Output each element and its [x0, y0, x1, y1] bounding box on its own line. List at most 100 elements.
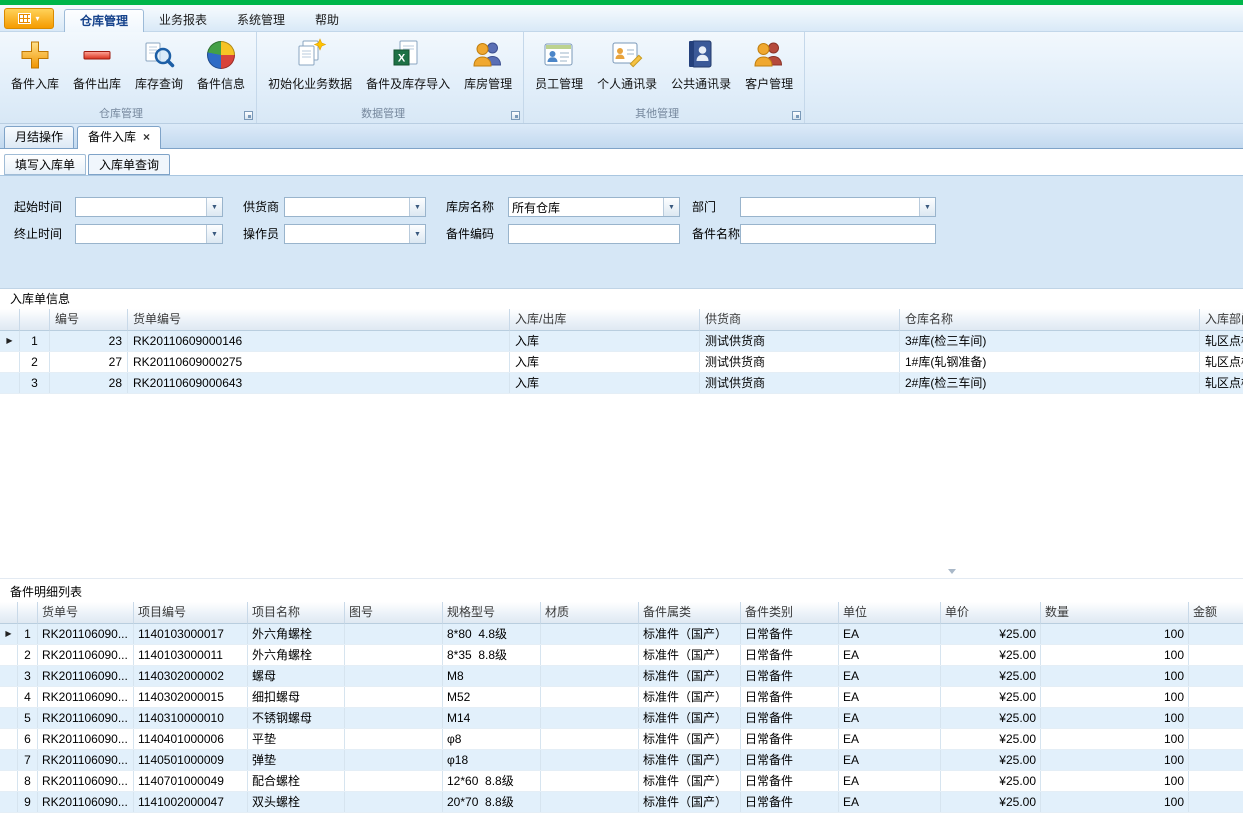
part-name-input[interactable] [741, 225, 935, 243]
column-header-unit[interactable]: 单位 [839, 602, 941, 624]
detail-row[interactable]: 5 RK201106090... 1140310000010 不锈钢螺母 M14… [0, 708, 1243, 729]
menu-tab-system-mgmt[interactable]: 系统管理 [222, 10, 300, 31]
cell-part-category: 日常备件 [741, 750, 839, 770]
warehouse-input[interactable] [509, 198, 663, 216]
ribbon-button-label: 客户管理 [745, 75, 793, 92]
app-menu-button[interactable]: ▾ [4, 8, 54, 29]
warehouse-name-label: 库房名称 [446, 197, 494, 217]
column-header-supplier[interactable]: 供货商 [700, 309, 900, 331]
start-time-label: 起始时间 [14, 197, 62, 217]
cell-spec-model: M14 [443, 708, 541, 728]
ribbon-button-label: 个人通讯录 [597, 75, 657, 92]
end-time-combobox[interactable]: ▼ [75, 224, 223, 244]
cell-supplier: 测试供货商 [700, 331, 900, 351]
cell-drawing-no [345, 771, 443, 791]
cell-unit-price: ¥25.00 [941, 666, 1041, 686]
sub-tab-inbound-query[interactable]: 入库单查询 [88, 154, 170, 175]
start-time-combobox[interactable]: ▼ [75, 197, 223, 217]
column-header-item-name[interactable]: 项目名称 [248, 602, 345, 624]
order-row[interactable]: 3 28 RK20110609000643 入库 测试供货商 2#库(检三车间)… [0, 373, 1243, 394]
order-row[interactable]: ▶ 1 23 RK20110609000146 入库 测试供货商 3#库(检三车… [0, 331, 1243, 352]
cell-spec-model: 20*70 8.8级 [443, 792, 541, 812]
detail-row[interactable]: 7 RK201106090... 1140501000009 弹垫 φ18 标准… [0, 750, 1243, 771]
splitter-collapse-icon[interactable] [948, 569, 956, 574]
start-time-input[interactable] [76, 198, 206, 216]
chevron-down-icon[interactable]: ▼ [409, 198, 425, 216]
group-dialog-launcher-icon[interactable] [511, 111, 520, 120]
chevron-down-icon[interactable]: ▼ [663, 198, 679, 216]
part-code-field[interactable] [508, 224, 680, 244]
stock-query-button[interactable]: 库存查询 [128, 34, 190, 106]
close-icon[interactable]: × [143, 130, 150, 144]
department-input[interactable] [741, 198, 919, 216]
chevron-down-icon[interactable]: ▼ [206, 198, 222, 216]
part-outbound-button[interactable]: 备件出库 [66, 34, 128, 106]
column-header-amount[interactable]: 金额 [1189, 602, 1243, 624]
column-header-item-code[interactable]: 项目编号 [134, 602, 248, 624]
end-time-input[interactable] [76, 225, 206, 243]
cell-spec-model: 8*35 8.8级 [443, 645, 541, 665]
detail-row[interactable]: ▶ 1 RK201106090... 1140103000017 外六角螺栓 8… [0, 624, 1243, 645]
chevron-down-icon[interactable]: ▼ [919, 198, 935, 216]
detail-row[interactable]: 8 RK201106090... 1140701000049 配合螺栓 12*6… [0, 771, 1243, 792]
group-dialog-launcher-icon[interactable] [244, 111, 253, 120]
detail-row[interactable]: 3 RK201106090... 1140302000002 螺母 M8 标准件… [0, 666, 1243, 687]
end-time-label: 终止时间 [14, 224, 62, 244]
row-number: 3 [18, 666, 38, 686]
doc-tab-month-close[interactable]: 月结操作 [4, 126, 74, 148]
column-header-quantity[interactable]: 数量 [1041, 602, 1189, 624]
menu-tab-business-reports[interactable]: 业务报表 [144, 10, 222, 31]
init-business-data-button[interactable]: 初始化业务数据 [261, 34, 359, 106]
column-header-warehouse[interactable]: 仓库名称 [900, 309, 1200, 331]
sub-tab-fill-inbound-form[interactable]: 填写入库单 [4, 154, 86, 175]
detail-row[interactable]: 9 RK201106090... 1141002000047 双头螺栓 20*7… [0, 792, 1243, 813]
cell-doc-no: RK201106090... [38, 624, 134, 644]
chevron-down-icon[interactable]: ▼ [206, 225, 222, 243]
detail-row[interactable]: 4 RK201106090... 1140302000015 细扣螺母 M52 … [0, 687, 1243, 708]
detail-row[interactable]: 2 RK201106090... 1140103000011 外六角螺栓 8*3… [0, 645, 1243, 666]
parts-stock-import-button[interactable]: X 备件及库存导入 [359, 34, 457, 106]
order-row[interactable]: 2 27 RK20110609000275 入库 测试供货商 1#库(轧钢准备)… [0, 352, 1243, 373]
column-header-drawing-no[interactable]: 图号 [345, 602, 443, 624]
row-select-indicator [0, 373, 20, 393]
column-header-doc-no[interactable]: 货单号 [38, 602, 134, 624]
personal-contacts-button[interactable]: 个人通讯录 [590, 34, 664, 106]
department-combobox[interactable]: ▼ [740, 197, 936, 217]
cell-quantity: 100 [1041, 771, 1189, 791]
part-info-button[interactable]: 备件信息 [190, 34, 252, 106]
column-header-part-category[interactable]: 备件类别 [741, 602, 839, 624]
cell-part-category: 日常备件 [741, 771, 839, 791]
customers-people-icon [752, 38, 786, 72]
part-code-input[interactable] [509, 225, 679, 243]
column-header-department[interactable]: 入库部门 [1200, 309, 1243, 331]
cell-item-name: 平垫 [248, 729, 345, 749]
column-header-doc-number[interactable]: 货单编号 [128, 309, 510, 331]
part-inbound-button[interactable]: 备件入库 [4, 34, 66, 106]
column-header-material[interactable]: 材质 [541, 602, 639, 624]
menu-tab-warehouse-mgmt[interactable]: 仓库管理 [64, 9, 144, 32]
part-name-field[interactable] [740, 224, 936, 244]
supplier-input[interactable] [285, 198, 409, 216]
menu-tab-help[interactable]: 帮助 [300, 10, 354, 31]
column-header-part-class[interactable]: 备件属类 [639, 602, 741, 624]
customer-mgmt-button[interactable]: 客户管理 [738, 34, 800, 106]
warehouse-combobox[interactable]: ▼ [508, 197, 680, 217]
operator-input[interactable] [285, 225, 409, 243]
cell-part-category: 日常备件 [741, 687, 839, 707]
cell-part-category: 日常备件 [741, 792, 839, 812]
chevron-down-icon[interactable]: ▼ [409, 225, 425, 243]
cell-item-name: 双头螺栓 [248, 792, 345, 812]
doc-tab-part-inbound[interactable]: 备件入库× [77, 126, 161, 149]
column-header-unit-price[interactable]: 单价 [941, 602, 1041, 624]
group-dialog-launcher-icon[interactable] [792, 111, 801, 120]
employee-mgmt-button[interactable]: 员工管理 [528, 34, 590, 106]
operator-combobox[interactable]: ▼ [284, 224, 426, 244]
supplier-combobox[interactable]: ▼ [284, 197, 426, 217]
cell-material [541, 708, 639, 728]
warehouse-mgmt-button[interactable]: 库房管理 [457, 34, 519, 106]
column-header-in-out[interactable]: 入库/出库 [510, 309, 700, 331]
detail-row[interactable]: 6 RK201106090... 1140401000006 平垫 φ8 标准件… [0, 729, 1243, 750]
column-header-spec-model[interactable]: 规格型号 [443, 602, 541, 624]
public-contacts-button[interactable]: 公共通讯录 [664, 34, 738, 106]
column-header-order-id[interactable]: 编号 [50, 309, 128, 331]
